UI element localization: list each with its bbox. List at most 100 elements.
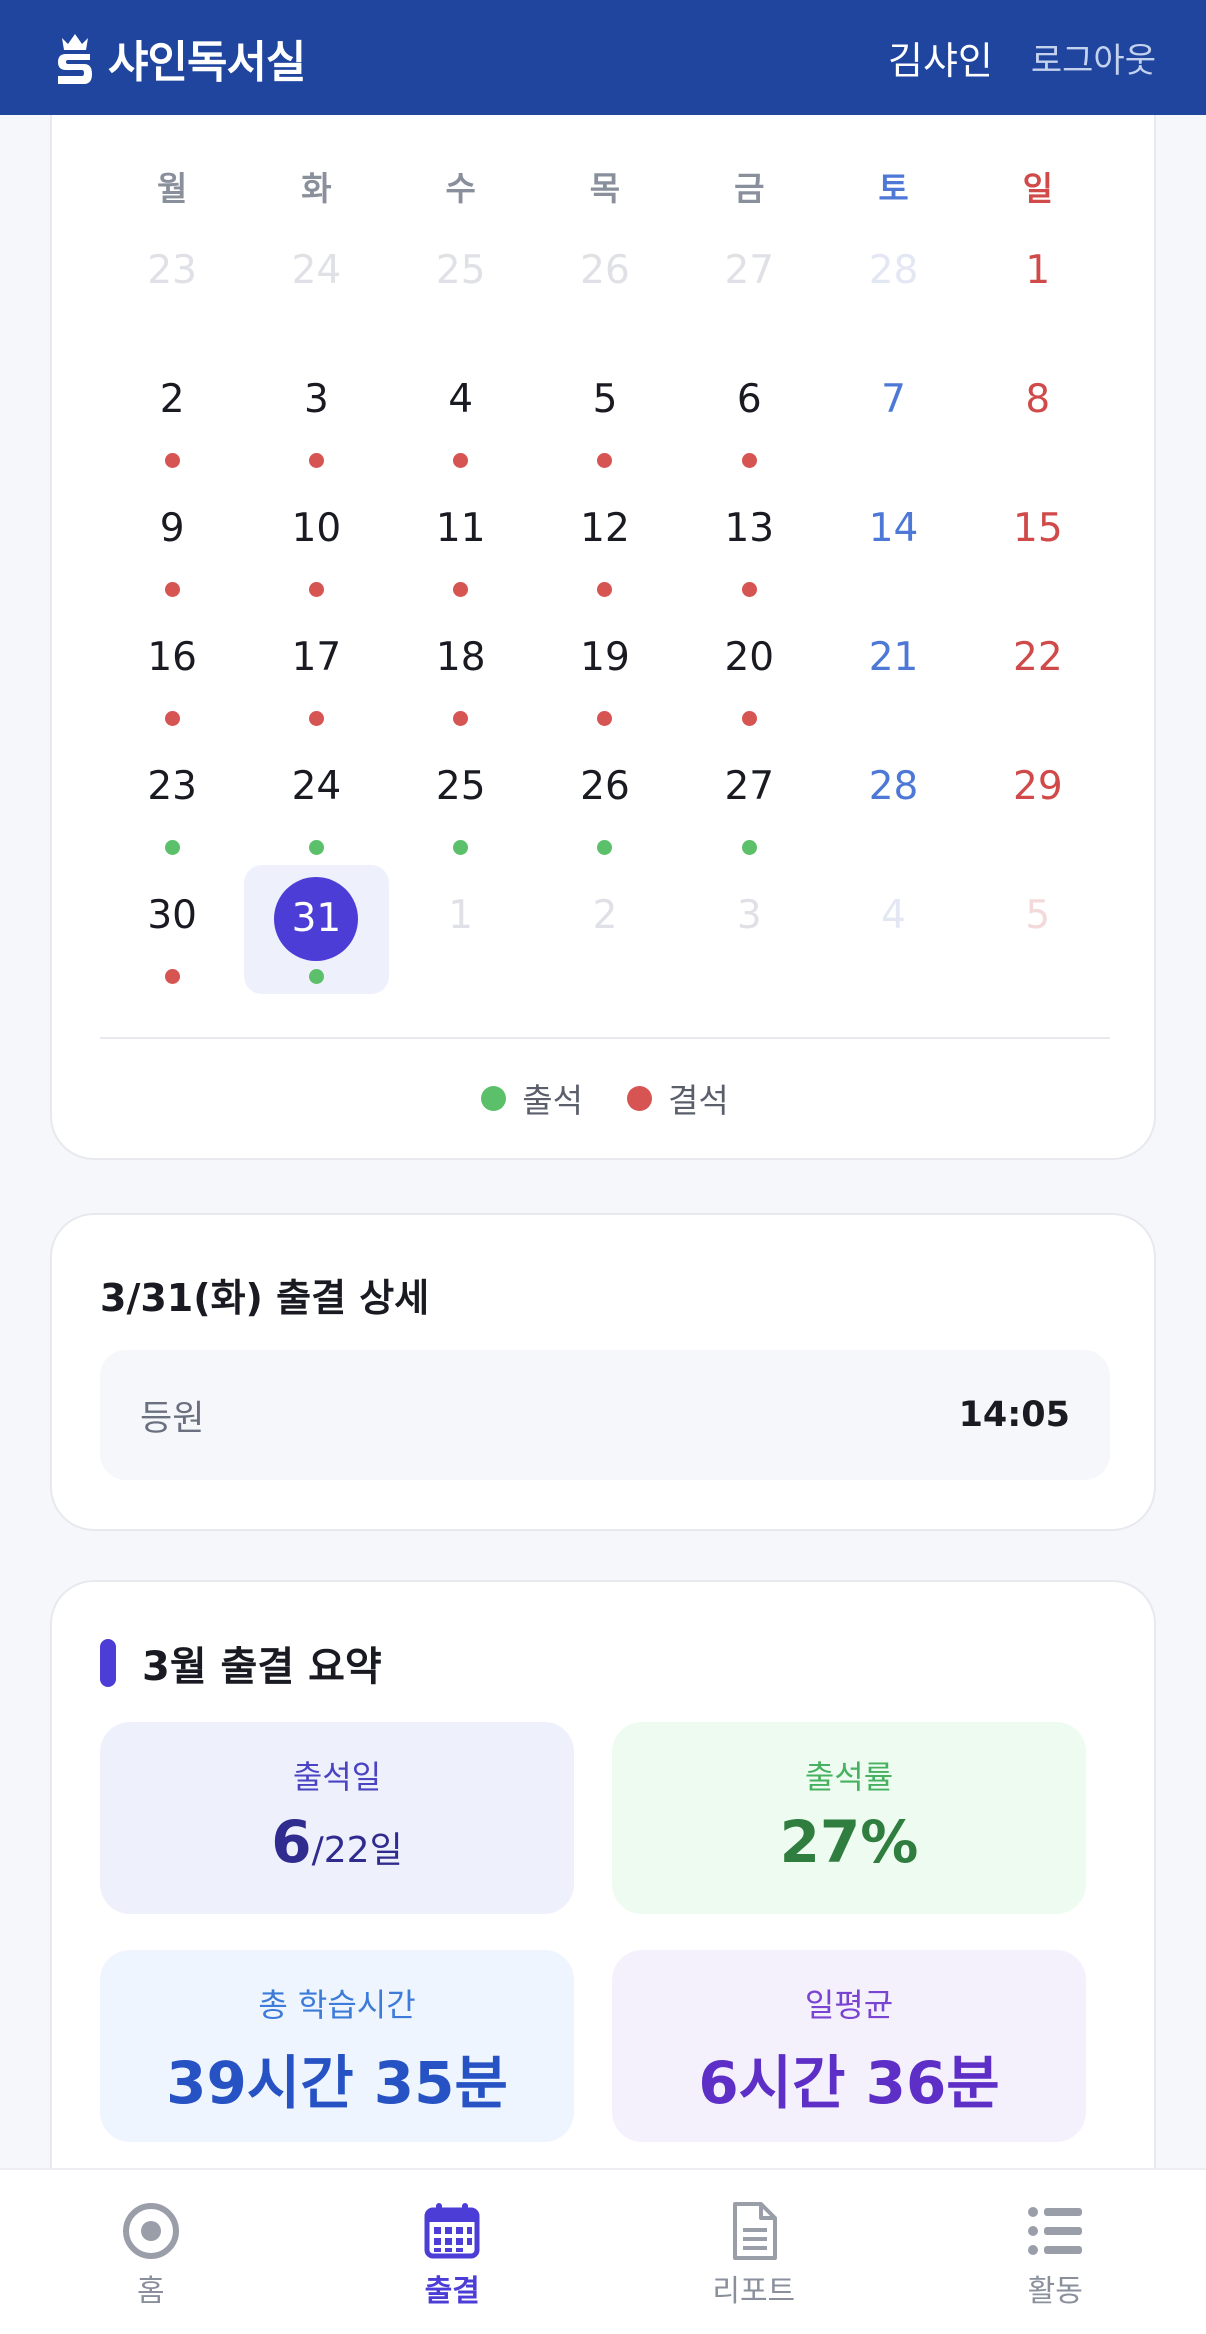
absent-dot (741, 582, 757, 597)
calendar-day[interactable]: 13 (677, 478, 821, 607)
calendar-day[interactable]: 20 (677, 607, 821, 736)
calendar-day[interactable]: 26 (533, 736, 677, 865)
calendar-day[interactable]: 21 (821, 607, 965, 736)
calendar-day[interactable]: 12 (533, 478, 677, 607)
day-number: 11 (435, 506, 486, 551)
day-number: 19 (580, 635, 630, 680)
calendar-week-row: 23 24 25 26 27 28 1 (100, 220, 1110, 349)
monthly-summary-card: 3월 출결 요약 출석일 6/22일 출석률 27% 총 학습시간 39시간 3… (50, 1580, 1156, 2200)
day-number: 22 (1013, 635, 1063, 680)
calendar-day[interactable]: 4 (389, 349, 533, 478)
calendar-day[interactable]: 28 (821, 736, 965, 865)
nav-item-attendance[interactable]: 출결 (302, 2170, 604, 2334)
calendar-day[interactable]: 6 (677, 349, 821, 478)
absent-dot (453, 582, 469, 597)
day-number: 16 (147, 635, 197, 680)
calendar-day: 27 (677, 220, 821, 349)
calendar-day[interactable]: 18 (389, 607, 533, 736)
absent-dot (164, 711, 180, 726)
logo[interactable]: 샤인독서실 (50, 26, 306, 90)
calendar-day: 24 (244, 220, 388, 349)
day-number: 1 (1025, 248, 1051, 293)
calendar-day: 3 (677, 865, 821, 994)
nav-label: 활동 (1027, 2274, 1083, 2309)
day-number: 9 (159, 506, 185, 551)
calendar-day[interactable]: 7 (821, 349, 965, 478)
nav-item-activity[interactable]: 활동 (905, 2170, 1206, 2334)
weekday-label-saturday: 토 (878, 169, 909, 208)
app-name: 샤인독서실 (108, 36, 306, 88)
absent-dot (164, 453, 180, 468)
day-number: 13 (724, 506, 775, 551)
calendar-day[interactable]: 22 (966, 607, 1110, 736)
calendar-day[interactable]: 3 (244, 349, 388, 478)
day-number: 3 (304, 377, 329, 422)
stat-value: 6/22일 (100, 1808, 574, 1876)
calendar-legend: 출석 결석 (52, 1074, 1158, 1122)
day-number: 23 (147, 764, 197, 809)
day-number: 5 (592, 377, 618, 422)
nav-item-report[interactable]: 리포트 (603, 2170, 905, 2334)
calendar-day[interactable]: 9 (100, 478, 244, 607)
calendar-day[interactable]: 8 (966, 349, 1110, 478)
stat-value: 27% (779, 1808, 919, 1876)
calendar-day-selected[interactable]: 31 (244, 865, 389, 994)
calendar-day[interactable]: 5 (533, 349, 677, 478)
calendar-card: 월 화 수 목 금 토 일 23 24 25 26 27 28 1 2 3 4 5 6 7 8 9 10 11 1… (50, 70, 1156, 1160)
calendar-day: 2 (533, 865, 677, 994)
user-name[interactable]: 김샤인 (888, 30, 993, 85)
day-number: 3 (736, 893, 762, 938)
calendar-week-row: 9 10 11 12 13 14 15 (100, 478, 1110, 607)
stat-value: 39시간 35분 (166, 2049, 508, 2117)
absent-dot (597, 582, 613, 597)
calendar-day[interactable]: 2 (100, 349, 244, 478)
stat-attendance-rate: 출석률 27% (612, 1722, 1086, 1914)
logout-button[interactable]: 로그아웃 (1031, 33, 1156, 82)
calendar-day[interactable]: 17 (244, 607, 388, 736)
calendar-day: 23 (100, 220, 244, 349)
calendar-day[interactable]: 11 (389, 478, 533, 607)
day-number: 15 (1013, 506, 1063, 551)
summary-title: 3월 출결 요약 (142, 1644, 382, 1690)
weekday-label: 월 (156, 169, 188, 208)
day-number: 21 (868, 635, 919, 680)
absent-dot (741, 453, 757, 468)
day-number: 10 (291, 506, 342, 551)
nav-label: 출결 (424, 2274, 480, 2309)
day-number: 2 (159, 377, 185, 422)
calendar-week-row: 16 17 18 19 20 21 22 (100, 607, 1110, 736)
stat-value: 6시간 36분 (698, 2049, 1000, 2117)
day-number: 1 (448, 893, 474, 938)
calendar-week-row: 23 24 25 26 27 28 29 (100, 736, 1110, 865)
calendar-day[interactable]: 1 (966, 220, 1110, 349)
weekday-header: 월 화 수 목 금 토 일 (100, 162, 1110, 210)
calendar-day[interactable]: 23 (100, 736, 244, 865)
nav-item-home[interactable]: 홈 (0, 2170, 302, 2334)
day-number: 20 (724, 635, 775, 680)
absent-dot (597, 453, 613, 468)
calendar-day[interactable]: 30 (100, 865, 244, 994)
calendar-day[interactable]: 10 (244, 478, 388, 607)
calendar-day[interactable]: 15 (966, 478, 1110, 607)
weekday-label: 목 (589, 169, 621, 208)
calendar-day[interactable]: 24 (244, 736, 388, 865)
nav-label: 리포트 (712, 2274, 796, 2309)
stat-daily-average: 일평균 6시간 36분 (612, 1950, 1086, 2142)
weekday-label: 금 (734, 169, 765, 208)
calendar-day[interactable]: 19 (533, 607, 677, 736)
present-dot (308, 840, 324, 855)
calendar-day: 1 (389, 865, 533, 994)
day-number: 14 (868, 506, 919, 551)
nav-label: 홈 (136, 2274, 165, 2309)
calendar-day[interactable]: 25 (389, 736, 533, 865)
day-number: 24 (291, 764, 342, 809)
calendar-day[interactable]: 29 (966, 736, 1110, 865)
calendar-day[interactable]: 16 (100, 607, 244, 736)
day-number: 5 (1025, 893, 1051, 938)
summary-header: 3월 출결 요약 (100, 1634, 382, 1692)
stat-label: 출석률 (804, 1758, 894, 1796)
calendar-grid: 23 24 25 26 27 28 1 2 3 4 5 6 7 8 9 10 11 12 13 14 15 16 17 18 1… (100, 220, 1110, 994)
stat-attendance-days: 출석일 6/22일 (100, 1722, 574, 1914)
calendar-day[interactable]: 27 (677, 736, 821, 865)
calendar-day[interactable]: 14 (821, 478, 965, 607)
